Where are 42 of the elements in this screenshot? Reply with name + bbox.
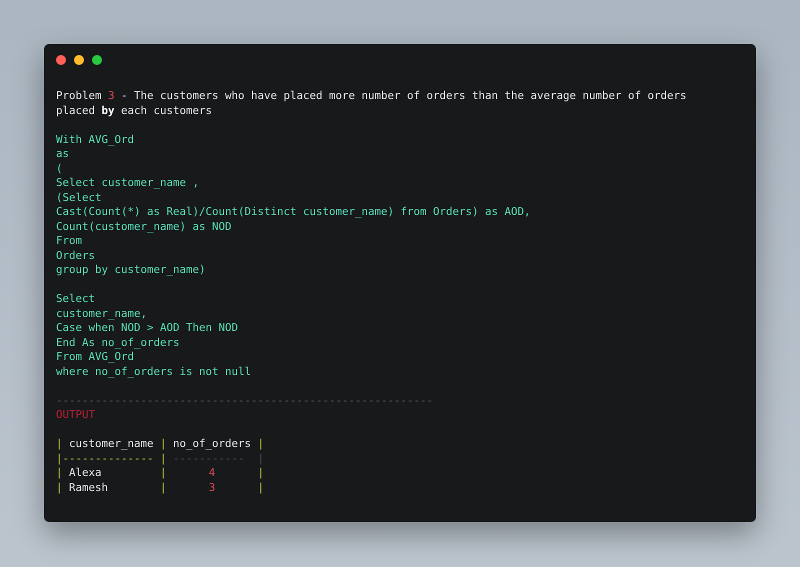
column-header: customer_name <box>68 437 154 452</box>
table-cell-text: Ramesh <box>68 480 108 495</box>
table-border: | <box>160 466 166 480</box>
code-line: Select customer_name , <box>56 176 200 190</box>
maximize-dot-icon[interactable] <box>92 55 102 65</box>
header-rule: -------------- <box>62 452 154 466</box>
code-line: (Select <box>56 190 102 205</box>
table-cell: 4 <box>208 466 216 480</box>
code-line: Select <box>56 292 96 306</box>
table-border: | <box>160 452 166 466</box>
table-border: | <box>56 452 62 466</box>
minimize-dot-icon[interactable] <box>74 55 84 65</box>
header-rule: ----------- <box>172 452 245 466</box>
code-line: With AVG_Ord <box>56 132 134 147</box>
code-line: Orders <box>56 248 96 263</box>
table-border: | <box>160 480 166 495</box>
table-border: | <box>56 437 62 452</box>
table-border: | <box>56 466 62 480</box>
code-line: Cast(Count(*) as Real)/Count(Distinct customer_name) from Orders) as AOD, <box>56 205 531 220</box>
column-header: no_of_orders <box>172 437 252 452</box>
table-border: | <box>56 480 62 495</box>
code-line: customer_name, <box>56 306 148 321</box>
table-border: | <box>258 452 264 466</box>
code-line: From AVG_Ord <box>56 350 134 364</box>
problem-statement: Problem 3 - The customers who have placed more number of orders than the average number of orders placed by each customers <box>56 89 687 118</box>
table-border: | <box>258 480 264 495</box>
code-line: group by customer_name) <box>56 263 206 278</box>
code-line: Count(customer_name) as NOD <box>56 220 232 234</box>
close-dot-icon[interactable] <box>56 55 66 65</box>
output-label: OUTPUT <box>56 408 96 422</box>
table-border: | <box>258 466 264 480</box>
table-border: | <box>258 437 264 452</box>
code-line: where no_of_orders is not null <box>56 364 252 379</box>
code-line: Case when NOD > AOD Then NOD <box>56 321 238 336</box>
table-border: | <box>160 437 166 452</box>
code-line: From <box>56 234 82 248</box>
table-cell: 3 <box>208 480 216 495</box>
dashed-separator: ---------------------------------------------------------- <box>56 394 434 408</box>
code-line: as <box>56 147 70 162</box>
code-line: End As no_of_orders <box>56 336 180 350</box>
table-cell-text: Alexa <box>68 466 102 480</box>
code-line: ( <box>56 162 63 176</box>
